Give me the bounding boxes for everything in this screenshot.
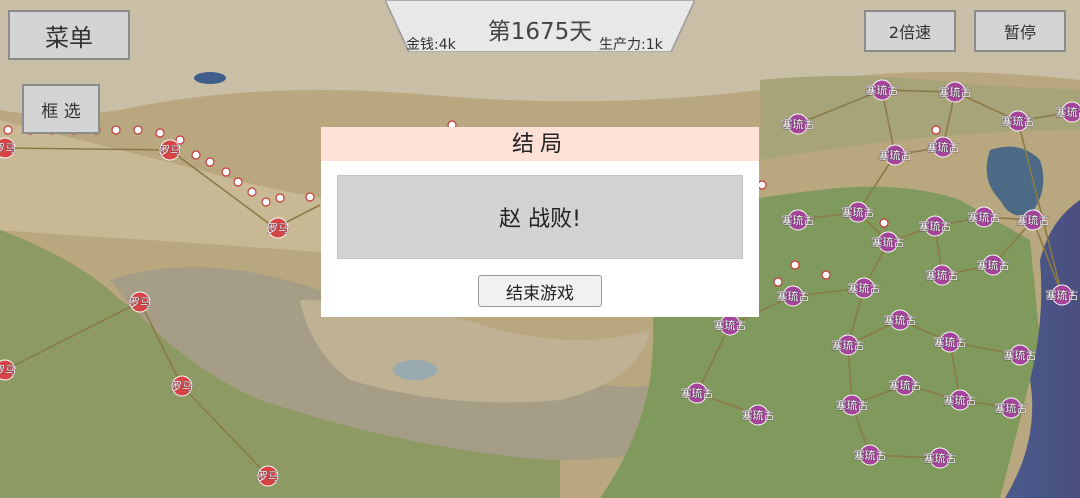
box-select-button[interactable]: 框 选 [22, 84, 100, 134]
city-rome-label: 罗马 [0, 142, 16, 155]
city-seleucid-label: 塞琉古 [884, 313, 917, 327]
city-seleucid-label: 塞琉古 [1002, 114, 1035, 128]
city-seleucid-label: 塞琉古 [836, 398, 869, 412]
city-rome-label: 罗马 [159, 144, 181, 157]
pause-button[interactable]: 暂停 [974, 10, 1066, 52]
city-rome-label: 罗马 [171, 380, 193, 393]
production-readout: 生产力:1k [599, 37, 663, 53]
city-seleucid-label: 塞琉古 [919, 219, 952, 233]
city-seleucid-label: 塞琉古 [968, 210, 1001, 224]
city-seleucid-label: 塞琉古 [714, 318, 747, 332]
city-seleucid-label: 塞琉古 [926, 268, 959, 282]
city-rome-label: 罗马 [129, 296, 151, 309]
money-readout: 金钱:4k [406, 37, 456, 53]
ending-dialog: 结局 赵 战败! 结束游戏 [321, 127, 759, 317]
dialog-title: 结局 [321, 127, 759, 161]
city-seleucid-label: 塞琉古 [866, 83, 899, 97]
city-seleucid-label: 塞琉古 [1046, 288, 1079, 302]
menu-button[interactable]: 菜单 [8, 10, 130, 60]
city-seleucid-label: 塞琉古 [1017, 213, 1050, 227]
city-seleucid-label: 塞琉古 [1056, 105, 1080, 119]
city-seleucid-label: 塞琉古 [977, 258, 1010, 272]
city-seleucid-label: 塞琉古 [842, 205, 875, 219]
city-seleucid-label: 塞琉古 [782, 213, 815, 227]
city-seleucid-label: 塞琉古 [934, 335, 967, 349]
speed-button[interactable]: 2倍速 [864, 10, 956, 52]
city-seleucid-label: 塞琉古 [889, 378, 922, 392]
city-seleucid-label: 塞琉古 [848, 281, 881, 295]
city-seleucid-label: 塞琉古 [782, 117, 815, 131]
city-rome-label: 罗马 [0, 364, 16, 377]
city-seleucid-label: 塞琉古 [681, 386, 714, 400]
city-rome-label: 罗马 [267, 222, 289, 235]
city-rome-label: 罗马 [257, 470, 279, 483]
city-seleucid-label: 塞琉古 [879, 148, 912, 162]
city-seleucid-label: 塞琉古 [927, 140, 960, 154]
city-seleucid-label: 塞琉古 [742, 408, 775, 422]
city-seleucid-label: 塞琉古 [995, 401, 1028, 415]
city-seleucid-label: 塞琉古 [854, 448, 887, 462]
city-seleucid-label: 塞琉古 [777, 289, 810, 303]
city-seleucid-label: 塞琉古 [832, 338, 865, 352]
city-seleucid-label: 塞琉古 [1004, 348, 1037, 362]
end-game-button[interactable]: 结束游戏 [478, 275, 602, 307]
status-panel: 第1675天 金钱:4k 生产力:1k [385, 0, 695, 53]
city-seleucid-label: 塞琉古 [944, 393, 977, 407]
city-seleucid-label: 塞琉古 [939, 85, 972, 99]
city-seleucid-label: 塞琉古 [924, 451, 957, 465]
dialog-message: 赵 战败! [337, 175, 743, 259]
city-seleucid-label: 塞琉古 [872, 235, 905, 249]
